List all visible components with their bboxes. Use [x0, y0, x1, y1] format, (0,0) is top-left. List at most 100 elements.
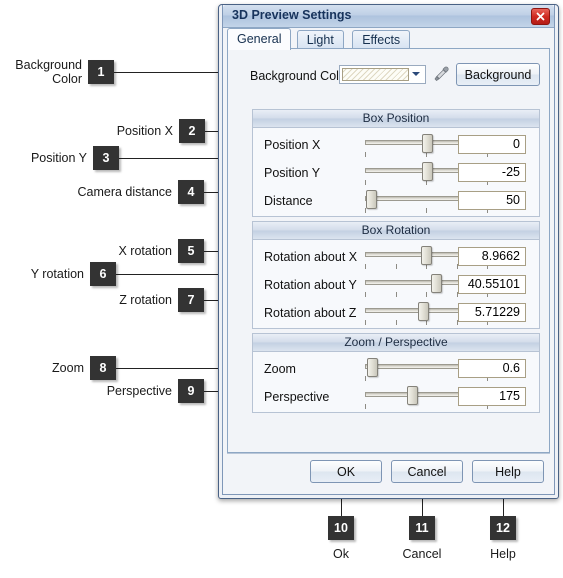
- ok-button[interactable]: OK: [310, 460, 382, 483]
- callout-label-1: Background Color: [15, 58, 82, 86]
- value-field[interactable]: 40.55101: [458, 275, 526, 294]
- preview-settings-dialog: 3D Preview Settings General Light Effects …: [218, 4, 559, 499]
- tab-label: Light: [306, 33, 334, 47]
- callout-badge-9: 9: [178, 379, 204, 403]
- setting-label: Position X: [264, 138, 321, 152]
- slider-tick: [395, 264, 397, 269]
- callout-label-5: X rotation: [118, 244, 172, 258]
- slider-tick: [365, 320, 366, 325]
- value-field[interactable]: 0: [458, 135, 526, 154]
- close-icon[interactable]: [531, 8, 550, 25]
- callout-label-3: Position Y: [30, 151, 87, 165]
- callout-badge-11: 11: [409, 516, 435, 540]
- dialog-inner-frame: 3D Preview Settings General Light Effects …: [222, 5, 555, 495]
- setting-label: Perspective: [264, 390, 330, 404]
- background-color-swatch-dropdown[interactable]: [339, 65, 426, 84]
- slider-tick: [395, 320, 397, 325]
- background-color-swatch: [342, 68, 409, 81]
- slider-tick: [365, 264, 366, 269]
- tab-general[interactable]: General: [227, 28, 292, 50]
- tab-light[interactable]: Light: [296, 30, 344, 49]
- slider-tick: [365, 208, 366, 213]
- value-field[interactable]: 8.9662: [458, 247, 526, 266]
- tab-label: General: [237, 32, 282, 46]
- slider-tick: [365, 376, 366, 381]
- callout-badge-5: 5: [178, 239, 204, 263]
- callout-badge-2: 2: [179, 119, 205, 143]
- slider-tick: [395, 292, 397, 297]
- setting-row: Position X 0: [253, 131, 539, 159]
- value-field[interactable]: 0.6: [458, 359, 526, 378]
- setting-label: Zoom: [264, 362, 296, 376]
- eyedropper-icon[interactable]: [432, 65, 450, 84]
- setting-label: Rotation about Z: [264, 306, 357, 320]
- setting-row: Rotation about X 8.9662: [253, 243, 539, 271]
- callout-badge-10: 10: [328, 516, 354, 540]
- group-box-position: Box Position Position X 0 Position Y -25 Dist…: [252, 109, 540, 217]
- background-button[interactable]: Background: [456, 63, 540, 86]
- group-body: Rotation about X 8.9662 Rotation about Y 40…: [253, 240, 539, 330]
- chevron-down-icon: [412, 72, 420, 76]
- setting-row: Position Y -25: [253, 159, 539, 187]
- slider-tick: [365, 152, 366, 157]
- setting-label: Rotation about Y: [264, 278, 357, 292]
- setting-row: Perspective 175: [253, 383, 539, 411]
- callout-badge-8: 8: [90, 356, 116, 380]
- background-color-row: Background Color Background: [228, 63, 549, 89]
- tab-effects[interactable]: Effects: [352, 30, 411, 49]
- callout-badge-7: 7: [178, 288, 204, 312]
- setting-label: Position Y: [264, 166, 321, 180]
- slider-thumb[interactable]: [430, 274, 442, 293]
- setting-row: Rotation about Z 5.71229: [253, 299, 539, 327]
- tab-label: Effects: [362, 33, 401, 47]
- setting-row: Distance 50: [253, 187, 539, 215]
- callout-label-11: Cancel: [402, 547, 442, 561]
- callout-label-12: Help: [490, 547, 516, 561]
- slider-thumb[interactable]: [418, 302, 430, 321]
- slider-thumb[interactable]: [422, 162, 433, 181]
- dialog-title: 3D Preview Settings: [232, 8, 352, 22]
- callout-label-9: Perspective: [106, 384, 172, 398]
- group-title: Zoom / Perspective: [253, 334, 539, 352]
- help-button[interactable]: Help: [472, 460, 544, 483]
- slider-tick: [365, 180, 366, 185]
- callout-badge-3: 3: [93, 146, 119, 170]
- group-zoom-perspective: Zoom / Perspective Zoom 0.6 Perspective 175: [252, 333, 540, 413]
- slider-thumb[interactable]: [367, 358, 379, 377]
- slider-tick: [365, 404, 366, 409]
- callout-label-8: Zoom: [52, 361, 84, 375]
- callout-label-6: Y rotation: [30, 267, 84, 281]
- tab-strip: General Light Effects: [227, 28, 550, 50]
- tab-page-general: Background Color Background Box Position…: [227, 49, 550, 453]
- callout-badge-12: 12: [490, 516, 516, 540]
- slider-thumb[interactable]: [422, 134, 433, 153]
- slider-tick: [426, 208, 427, 213]
- setting-label: Distance: [264, 194, 313, 208]
- callout-badge-4: 4: [178, 180, 204, 204]
- slider-thumb[interactable]: [407, 386, 419, 405]
- setting-row: Rotation about Y 40.55101: [253, 271, 539, 299]
- callout-badge-1: 1: [88, 60, 114, 84]
- group-body: Zoom 0.6 Perspective 175: [253, 352, 539, 414]
- callout-label-7: Z rotation: [119, 293, 172, 307]
- callout-label-10: Ok: [333, 547, 349, 561]
- value-field[interactable]: 50: [458, 191, 526, 210]
- group-body: Position X 0 Position Y -25 Distance 50: [253, 128, 539, 218]
- group-title: Box Position: [253, 110, 539, 128]
- group-box-rotation: Box Rotation Rotation about X 8.9662 Rotati…: [252, 221, 540, 329]
- cancel-button[interactable]: Cancel: [391, 460, 463, 483]
- value-field[interactable]: -25: [458, 163, 526, 182]
- slider-tick: [426, 292, 427, 297]
- slider-thumb[interactable]: [365, 190, 377, 209]
- callout-badge-6: 6: [90, 262, 116, 286]
- value-field[interactable]: 5.71229: [458, 303, 526, 322]
- setting-row: Zoom 0.6: [253, 355, 539, 383]
- setting-label: Rotation about X: [264, 250, 358, 264]
- dialog-titlebar: 3D Preview Settings: [223, 5, 554, 28]
- slider-thumb[interactable]: [420, 246, 432, 265]
- callout-label-4: Camera distance: [77, 185, 173, 199]
- slider-tick: [365, 292, 366, 297]
- background-color-label: Background Color: [250, 69, 351, 83]
- value-field[interactable]: 175: [458, 387, 526, 406]
- button-bar-separator: [227, 453, 550, 454]
